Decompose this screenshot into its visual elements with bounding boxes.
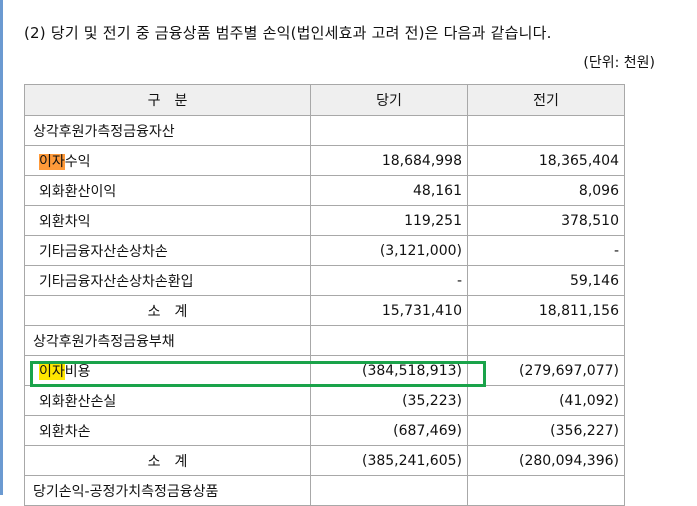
cell-prior: - <box>467 235 625 266</box>
table-row: 외환차익 119,251 378,510 <box>24 205 625 236</box>
cell-current: (35,223) <box>310 385 468 416</box>
row-label: 외화환산손실 <box>24 385 311 416</box>
cell-current: - <box>310 265 468 296</box>
section-title: 상각후원가측정금융자산 <box>24 115 311 146</box>
row-label: 외환차익 <box>24 205 311 236</box>
row-label: 이자수익 <box>24 145 311 176</box>
unit-label: (단위: 천원) <box>583 55 655 71</box>
table-row: 외환차손 (687,469) (356,227) <box>24 415 625 446</box>
table-row: 이자수익 18,684,998 18,365,404 <box>24 145 625 176</box>
cell-prior: (356,227) <box>467 415 625 446</box>
cell-prior: (279,697,077) <box>467 355 625 386</box>
cell-prior: 59,146 <box>467 265 625 296</box>
financial-instrument-gains-table: 구 분 당기 전기 상각후원가측정금융자산 이자수익 18,684,998 18… <box>24 84 625 506</box>
cell-prior: (41,092) <box>467 385 625 416</box>
section-title: 당기손익-공정가치측정금융상품 <box>24 475 311 506</box>
header-current-period: 당기 <box>310 84 468 116</box>
subtotal-row: 소 계 (385,241,605) (280,094,396) <box>24 445 625 476</box>
subtotal-prior: (280,094,396) <box>467 445 625 476</box>
row-label: 이자비용 <box>24 355 311 386</box>
section-heading: (2) 당기 및 전기 중 금융상품 범주별 손익(법인세효과 고려 전)은 다… <box>24 24 552 42</box>
cell-current: 48,161 <box>310 175 468 206</box>
cell-prior: 378,510 <box>467 205 625 236</box>
subtotal-current: (385,241,605) <box>310 445 468 476</box>
section-row: 상각후원가측정금융자산 <box>24 115 625 146</box>
row-label: 외환차손 <box>24 415 311 446</box>
cell-current: 119,251 <box>310 205 468 236</box>
row-label: 기타금융자산손상차손환입 <box>24 265 311 296</box>
section-title: 상각후원가측정금융부채 <box>24 325 311 356</box>
table-row: 외화환산손실 (35,223) (41,092) <box>24 385 625 416</box>
subtotal-label: 소 계 <box>24 445 311 476</box>
section-row: 당기손익-공정가치측정금융상품 <box>24 475 625 506</box>
cell-current: 18,684,998 <box>310 145 468 176</box>
section-row: 상각후원가측정금융부채 <box>24 325 625 356</box>
cell-current: (687,469) <box>310 415 468 446</box>
cell-current: (384,518,913) <box>310 355 468 386</box>
table-header-row: 구 분 당기 전기 <box>24 84 625 116</box>
cell-current: (3,121,000) <box>310 235 468 266</box>
window-left-border <box>0 0 3 495</box>
table-row: 기타금융자산손상차손 (3,121,000) - <box>24 235 625 266</box>
header-category: 구 분 <box>24 84 311 116</box>
subtotal-current: 15,731,410 <box>310 295 468 326</box>
header-prior-period: 전기 <box>467 84 625 116</box>
subtotal-row: 소 계 15,731,410 18,811,156 <box>24 295 625 326</box>
highlight-mark: 이자 <box>39 363 65 380</box>
table-row: 기타금융자산손상차손환입 - 59,146 <box>24 265 625 296</box>
highlight-mark: 이자 <box>39 153 65 170</box>
cell-prior: 8,096 <box>467 175 625 206</box>
subtotal-label: 소 계 <box>24 295 311 326</box>
subtotal-prior: 18,811,156 <box>467 295 625 326</box>
cell-prior: 18,365,404 <box>467 145 625 176</box>
row-label: 기타금융자산손상차손 <box>24 235 311 266</box>
row-label: 외화환산이익 <box>24 175 311 206</box>
table-row: 외화환산이익 48,161 8,096 <box>24 175 625 206</box>
table-row: 이자비용 (384,518,913) (279,697,077) <box>24 355 625 386</box>
